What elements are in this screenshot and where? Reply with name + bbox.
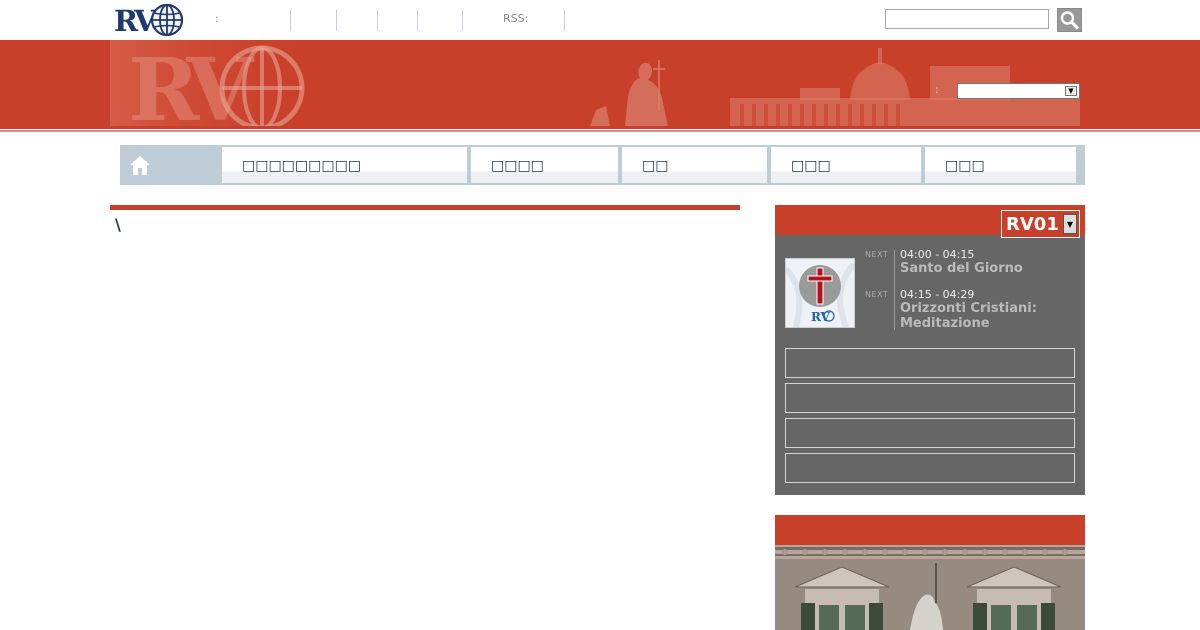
program-time: 04:00 - 04:15 — [900, 248, 975, 261]
program-title[interactable]: Orizzonti Cristiani: Meditazione — [900, 301, 1070, 331]
topbar-colon-label: : — [215, 12, 219, 25]
content-divider — [110, 205, 740, 210]
next-tag: NEXT — [865, 250, 889, 259]
building-facade-image[interactable] — [775, 545, 1085, 630]
topbar-separator — [377, 10, 378, 31]
logo[interactable]: RV — [114, 3, 186, 38]
magnifier-icon — [1060, 11, 1079, 30]
main-nav: □□□□□□□□□ □□□□ □□ □□□ □□□ — [120, 145, 1085, 185]
nav-home[interactable] — [120, 145, 220, 185]
radio-player-panel: RV01 ▼ RV NEXT 04:00 - 04:15 Santo del G… — [775, 205, 1085, 495]
language-select[interactable]: ▼ — [957, 83, 1080, 99]
home-icon — [130, 156, 150, 175]
player-button[interactable] — [785, 453, 1075, 483]
svg-text:RV: RV — [128, 40, 254, 126]
program-divider — [894, 250, 895, 330]
nav-tab-label: □□ — [642, 158, 669, 174]
globe-icon — [150, 3, 184, 37]
topbar-separator — [462, 10, 463, 31]
player-button[interactable] — [785, 383, 1075, 413]
topbar-separator — [417, 10, 418, 31]
language-label: : — [935, 83, 939, 96]
facade-picture — [775, 545, 1085, 630]
search-input[interactable] — [885, 9, 1049, 29]
player-button[interactable] — [785, 418, 1075, 448]
chevron-down-icon: ▼ — [1065, 86, 1077, 96]
cross-emblem-icon: RV — [783, 259, 857, 329]
topbar-separator — [290, 10, 291, 31]
nav-tab[interactable]: □□□□ — [471, 147, 618, 183]
topbar-separator — [336, 10, 337, 31]
logo-text: RV — [114, 4, 157, 38]
nav-tab[interactable]: □□□ — [771, 147, 921, 183]
channel-select[interactable]: RV01 ▼ — [1001, 210, 1080, 238]
nav-tab-label: □□□ — [791, 158, 831, 174]
top-bar: RV : RSS: — [0, 0, 1200, 40]
player-button[interactable] — [785, 348, 1075, 378]
content-text: \ — [115, 215, 121, 234]
chevron-down-icon: ▼ — [1063, 214, 1077, 234]
nav-tab[interactable]: □□□ — [925, 147, 1076, 183]
next-tag: NEXT — [865, 290, 889, 299]
program-time: 04:15 - 04:29 — [900, 288, 975, 301]
svg-text:RV: RV — [811, 310, 831, 324]
nav-tab-label: □□□□□□□□□ — [242, 158, 362, 174]
topbar-separator — [564, 10, 565, 31]
nav-tab-label: □□□ — [945, 158, 985, 174]
search-button[interactable] — [1057, 8, 1082, 32]
channel-select-value: RV01 — [1006, 214, 1059, 235]
secondary-panel-header — [775, 515, 1085, 545]
banner-rule — [0, 126, 1200, 129]
banner-rule — [0, 130, 1200, 132]
nav-tab[interactable]: □□ — [622, 147, 767, 183]
program-thumbnail: RV — [783, 258, 857, 329]
nav-tab-label: □□□□ — [491, 158, 544, 174]
rss-label[interactable]: RSS: — [503, 12, 528, 25]
program-title[interactable]: Santo del Giorno — [900, 261, 1070, 276]
nav-tab[interactable]: □□□□□□□□□ — [222, 147, 467, 183]
